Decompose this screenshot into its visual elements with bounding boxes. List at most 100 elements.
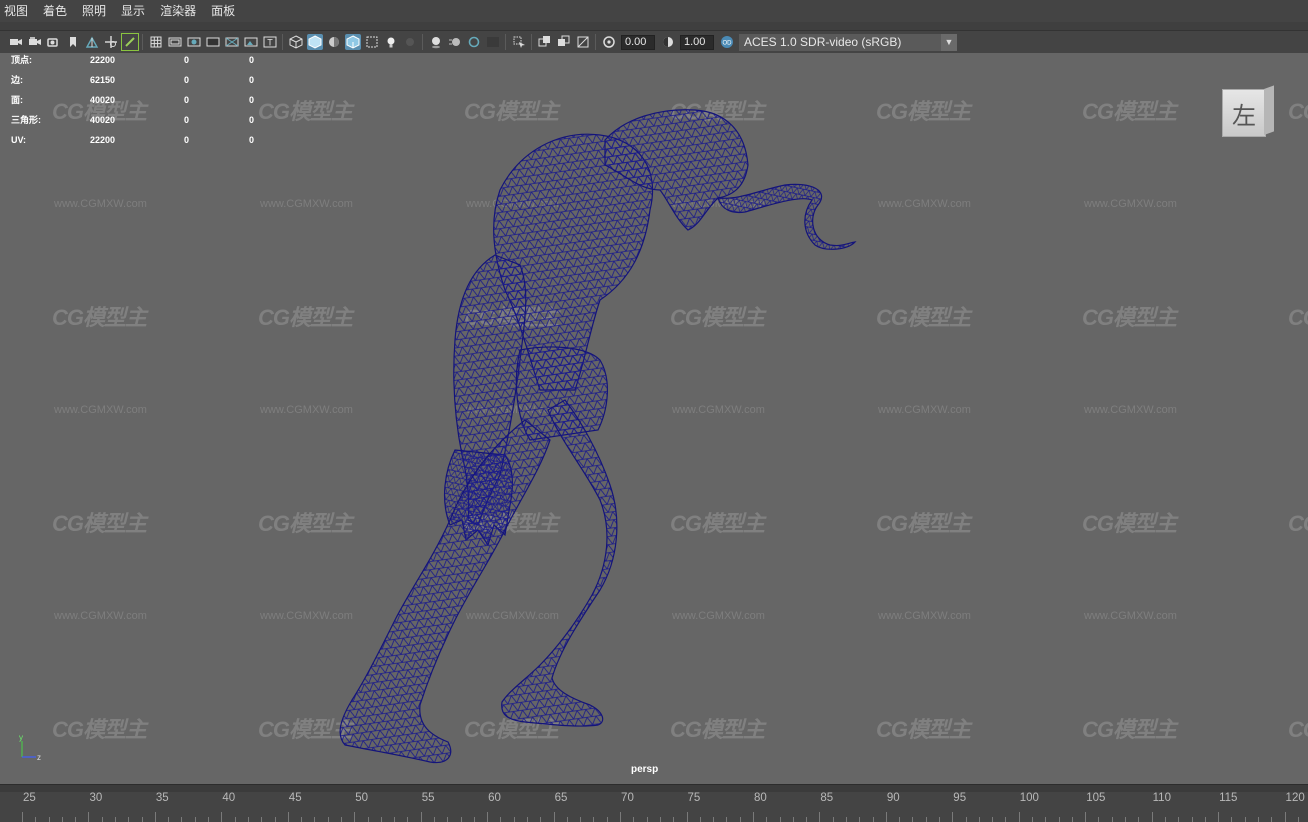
hud-row-label: 面: [11,95,23,105]
view-cube-face-left[interactable]: 左 [1222,89,1266,137]
camera-attributes-icon[interactable] [27,34,43,50]
safe-action-icon[interactable] [243,34,259,50]
timeline-tick [992,817,994,822]
wireframe-mesh[interactable] [0,53,1308,784]
timeline-tick [1191,817,1193,822]
isolate-select-icon[interactable] [511,34,527,50]
timeline-tick [208,817,210,822]
gate-mask-icon[interactable] [205,34,221,50]
timeline-frame-label: 45 [288,792,302,804]
timeline-tick [1178,817,1180,822]
safe-title-icon[interactable]: T [262,34,278,50]
timeline-tick [301,817,303,822]
timeline-tick [859,817,861,822]
timeline-tick [473,817,475,822]
grid-icon[interactable] [148,34,164,50]
timeline-tick [141,817,143,822]
menu-show[interactable]: 显示 [115,0,151,22]
timeline-tick [340,817,342,822]
xray-joints-icon[interactable] [537,34,553,50]
bookmark-icon[interactable] [65,34,81,50]
timeline-tick [101,817,103,822]
timeline-tick [314,817,316,822]
menu-shading[interactable]: 着色 [37,0,73,22]
timeline-tick [513,817,515,822]
perspective-viewport[interactable]: CG模型主CG模型主CG模型主CG模型主CG模型主CG模型主CG模型主CG模型主… [0,53,1308,784]
timeline-frame-label: 35 [155,792,169,804]
multisample-aa-icon[interactable] [466,34,482,50]
color-management-icon[interactable]: OD [719,34,735,50]
timeline-tick [925,817,927,822]
hud-value: 40020 [90,115,116,125]
timeline-tick [487,812,489,822]
hud-value: 40020 [90,95,116,105]
wireframe-icon[interactable] [288,34,304,50]
timeline-tick [593,817,595,822]
depth-of-field-icon[interactable] [485,34,501,50]
timeline-tick [500,817,502,822]
timeline-tick [420,812,422,822]
timeline-tick [1151,812,1153,822]
use-all-lights-icon[interactable] [383,34,399,50]
timeline-tick [168,817,170,822]
hud-row-label: 顶点: [11,55,32,65]
menu-panels[interactable]: 面板 [205,0,241,22]
gamma-field[interactable] [680,34,714,50]
svg-text:T: T [267,38,273,48]
timeline-tick [1111,817,1113,822]
menu-renderer[interactable]: 渲染器 [154,0,202,22]
field-chart-icon[interactable] [224,34,240,50]
image-plane-icon[interactable] [84,34,100,50]
film-gate-icon[interactable] [167,34,183,50]
backface-culling-icon[interactable] [575,34,591,50]
toolbar-separator [142,34,143,50]
hud-value: 0 [184,135,190,145]
smooth-shade-icon[interactable] [306,34,323,50]
timeline-tick [128,817,130,822]
timeline-tick [713,817,715,822]
timeline-tick [1257,817,1259,822]
menu-view[interactable]: 视图 [0,0,34,22]
view-cube-side[interactable] [1264,85,1274,135]
xray-icon[interactable] [364,34,380,50]
exposure-icon[interactable] [601,34,617,50]
shadows-icon[interactable] [402,34,418,50]
timeline-frame-label: 65 [554,792,568,804]
hud-row: 面: 40020 0 0 [0,94,270,114]
2d-pan-zoom-icon[interactable] [103,34,119,50]
exposure-field[interactable] [621,34,655,50]
timeline-tick [766,817,768,822]
color-space-dropdown[interactable]: ACES 1.0 SDR-video (sRGB) ▼ [739,33,957,51]
view-cube[interactable]: 左 [1222,85,1274,139]
timeline-tick [1138,817,1140,822]
timeline-tick [1297,817,1299,822]
gamma-icon[interactable] [660,34,676,50]
timeline-tick [965,817,967,822]
xray-active-icon[interactable] [556,34,572,50]
screen-space-ao-icon[interactable] [428,34,444,50]
timeline-tick [819,812,821,822]
timeline-frame-label: 85 [820,792,834,804]
timeline-tick [580,817,582,822]
toolbar-separator [595,34,596,50]
hud-row-label: UV: [11,135,27,145]
hud-value: 0 [184,115,190,125]
timeline-tick [739,817,741,822]
creature-body [339,109,857,764]
timeline-tick [35,817,37,822]
menu-lighting[interactable]: 照明 [76,0,112,22]
timeline-frame-label: 95 [953,792,967,804]
wireframe-on-shaded-icon[interactable] [344,34,361,50]
grease-pencil-icon[interactable] [120,33,139,51]
camera-icon[interactable] [8,34,24,50]
timeline-tick [1018,812,1020,822]
motion-blur-icon[interactable] [447,34,463,50]
time-slider[interactable]: 25 30 35 40 45 50 55 60 65 70 75 80 85 90 95 100 105 110 1… [0,792,1308,822]
resolution-gate-icon[interactable] [186,34,202,50]
bookmark-camera-icon[interactable] [46,34,62,50]
use-default-material-icon[interactable] [326,34,342,50]
timeline-tick [633,817,635,822]
timeline-tick [606,817,608,822]
timeline-tick [380,817,382,822]
toolbar-separator [422,34,423,50]
